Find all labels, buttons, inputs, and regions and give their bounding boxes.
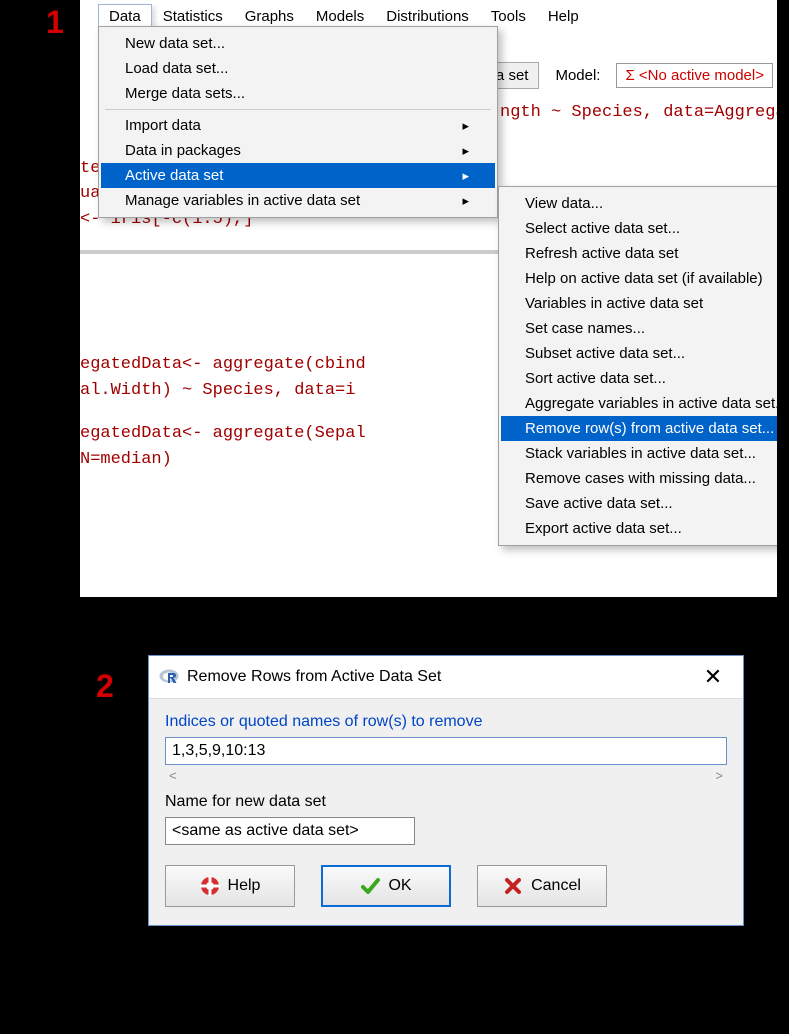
- scroll-left-icon[interactable]: <: [169, 768, 177, 783]
- new-name-label: Name for new data set: [165, 793, 727, 811]
- check-icon: [360, 876, 380, 896]
- submenu-refresh-active[interactable]: Refresh active data set: [501, 241, 780, 266]
- menu-help[interactable]: Help: [537, 4, 590, 29]
- r-logo-icon: [159, 668, 179, 686]
- new-name-input[interactable]: [165, 817, 415, 845]
- remove-rows-dialog: Remove Rows from Active Data Set ✕ Indic…: [148, 655, 744, 926]
- submenu-subset-active[interactable]: Subset active data set...: [501, 341, 780, 366]
- submenu-save-active[interactable]: Save active data set...: [501, 491, 780, 516]
- submenu-set-case-names[interactable]: Set case names...: [501, 316, 780, 341]
- dialog-button-row: Help OK Cancel: [165, 865, 727, 907]
- submenu-remove-missing[interactable]: Remove cases with missing data...: [501, 466, 780, 491]
- dialog-titlebar: Remove Rows from Active Data Set ✕: [149, 656, 743, 699]
- submenu-aggregate-vars[interactable]: Aggregate variables in active data set..…: [501, 391, 780, 416]
- help-button-label: Help: [228, 877, 261, 895]
- model-label: Model:: [555, 67, 600, 84]
- submenu-select-active[interactable]: Select active data set...: [501, 216, 780, 241]
- menu-item-load-data-set[interactable]: Load data set...: [101, 56, 495, 81]
- ok-button[interactable]: OK: [321, 865, 451, 907]
- menu-separator: [105, 109, 491, 110]
- submenu-sort-active[interactable]: Sort active data set...: [501, 366, 780, 391]
- cancel-button[interactable]: Cancel: [477, 865, 607, 907]
- step-number-2: 2: [96, 668, 114, 705]
- active-data-set-submenu: View data... Select active data set... R…: [498, 186, 780, 546]
- help-button[interactable]: Help: [165, 865, 295, 907]
- model-indicator[interactable]: Σ <No active model>: [616, 63, 773, 88]
- data-menu-dropdown: New data set... Load data set... Merge d…: [98, 26, 498, 218]
- menu-item-data-in-packages[interactable]: Data in packages: [101, 138, 495, 163]
- lifebuoy-icon: [200, 876, 220, 896]
- menu-item-import-data[interactable]: Import data: [101, 113, 495, 138]
- scroll-hint: < >: [165, 765, 727, 793]
- menu-item-active-data-set[interactable]: Active data set: [101, 163, 495, 188]
- submenu-view-data[interactable]: View data...: [501, 191, 780, 216]
- dialog-title: Remove Rows from Active Data Set: [187, 668, 693, 686]
- indices-label: Indices or quoted names of row(s) to rem…: [165, 713, 727, 731]
- dialog-body: Indices or quoted names of row(s) to rem…: [149, 699, 743, 925]
- rcmdr-window: ngth ~ Species, data=Aggregated tedData<…: [80, 0, 780, 600]
- menu-item-new-data-set[interactable]: New data set...: [101, 31, 495, 56]
- submenu-export-active[interactable]: Export active data set...: [501, 516, 780, 541]
- submenu-remove-rows[interactable]: Remove row(s) from active data set...: [501, 416, 780, 441]
- cancel-button-label: Cancel: [531, 877, 581, 895]
- scroll-right-icon[interactable]: >: [715, 768, 723, 783]
- submenu-stack-vars[interactable]: Stack variables in active data set...: [501, 441, 780, 466]
- menu-item-manage-variables[interactable]: Manage variables in active data set: [101, 188, 495, 213]
- step-number-1: 1: [46, 4, 64, 41]
- x-icon: [503, 876, 523, 896]
- ok-button-label: OK: [388, 877, 411, 895]
- submenu-help-active[interactable]: Help on active data set (if available): [501, 266, 780, 291]
- indices-input[interactable]: [165, 737, 727, 765]
- close-button[interactable]: ✕: [693, 664, 733, 690]
- submenu-variables-active[interactable]: Variables in active data set: [501, 291, 780, 316]
- menu-item-merge-data-sets[interactable]: Merge data sets...: [101, 81, 495, 106]
- code-line: ngth ~ Species, data=Aggregated: [500, 100, 777, 126]
